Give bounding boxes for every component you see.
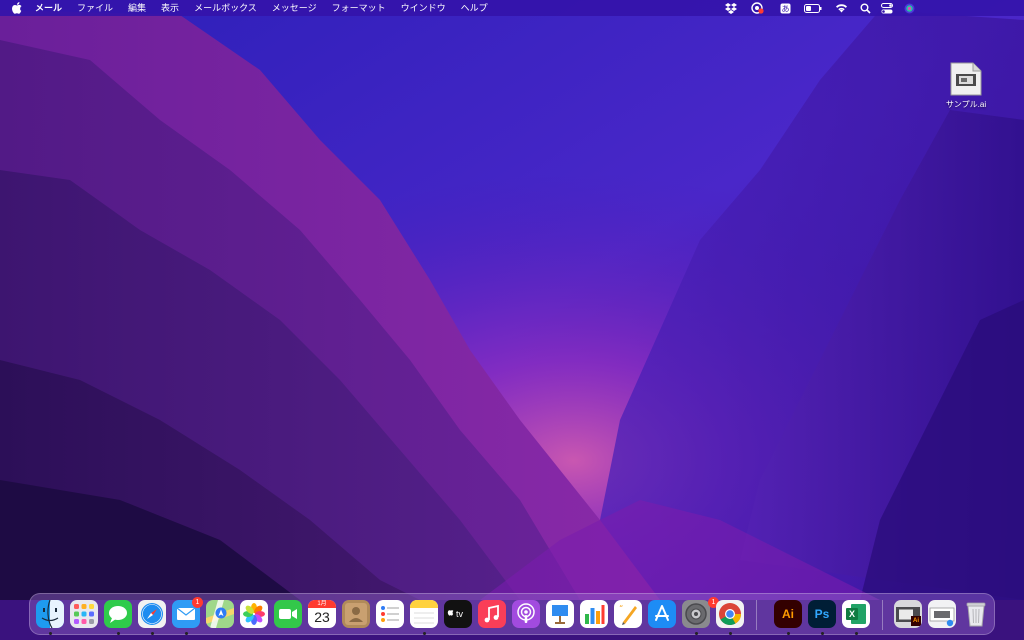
keynote-icon[interactable] [546,600,574,628]
app-store-icon[interactable] [648,600,676,628]
menu-app-name[interactable]: メール [35,0,62,16]
dock-separator [756,600,757,630]
dock-separator [882,600,883,630]
contacts-icon[interactable] [342,600,370,628]
siri-icon[interactable] [902,2,916,14]
illustrator-icon[interactable]: Ai [774,600,802,628]
facetime-icon[interactable] [274,600,302,628]
excel-icon[interactable]: X [842,600,870,628]
file-label: サンプル.ai [945,100,987,109]
desktop-wallpaper [0,0,1024,640]
running-indicator [729,632,732,635]
running-indicator [855,632,858,635]
svg-text:あ: あ [781,4,789,13]
messages-icon[interactable] [104,600,132,628]
calendar-day: 23 [314,609,330,625]
music-icon[interactable] [478,600,506,628]
running-indicator [695,632,698,635]
calendar-month: 1月 [317,601,327,607]
wallpaper-art [0,0,1024,640]
mail-badge: 1 [192,597,203,608]
running-indicator [423,632,426,635]
launchpad-icon[interactable] [70,600,98,628]
system-preferences-icon[interactable] [682,600,710,628]
menu-bar: メール ファイル 編集 表示 メールボックス メッセージ フォーマット ウインド… [0,0,1024,16]
running-indicator [49,632,52,635]
wifi-icon[interactable] [834,2,848,14]
photos-icon[interactable] [240,600,268,628]
spotlight-search-icon[interactable] [858,2,872,14]
screen-record-icon[interactable] [750,2,764,14]
menu-window[interactable]: ウインドウ [401,0,446,16]
dropbox-icon[interactable] [724,2,738,14]
menu-format[interactable]: フォーマット [332,0,386,16]
running-indicator [151,632,154,635]
apple-tv-label: tv [456,609,464,619]
pages-icon[interactable]: “ [614,600,642,628]
battery-icon[interactable] [804,2,822,14]
running-indicator [185,632,188,635]
apple-menu-icon[interactable] [12,2,25,15]
running-indicator [787,632,790,635]
apple-tv-icon[interactable]: tv [444,600,472,628]
menu-help[interactable]: ヘルプ [461,0,488,16]
safari-icon[interactable] [138,600,166,628]
desktop-file-sample-ai[interactable]: サンプル.ai [940,62,992,110]
illustrator-label: Ai [782,607,794,621]
numbers-icon[interactable] [580,600,608,628]
photoshop-label: Ps [814,607,830,621]
running-indicator [821,632,824,635]
recent-ai-label: Ai [913,618,919,624]
recent-document-icon[interactable] [928,600,956,628]
input-method-icon[interactable]: あ [778,2,792,14]
notes-icon[interactable] [410,600,438,628]
control-center-icon[interactable] [880,2,894,14]
podcasts-icon[interactable] [512,600,540,628]
photoshop-icon[interactable]: Ps [808,600,836,628]
running-indicator [117,632,120,635]
finder-icon[interactable] [36,600,64,628]
excel-label: X [848,609,855,619]
reminders-icon[interactable] [376,600,404,628]
maps-icon[interactable] [206,600,234,628]
menu-view[interactable]: 表示 [161,0,179,16]
chrome-icon[interactable] [716,600,744,628]
menu-message[interactable]: メッセージ [272,0,317,16]
calendar-icon[interactable]: 1月 23 [308,600,336,628]
menu-mailbox[interactable]: メールボックス [194,0,257,16]
menu-file[interactable]: ファイル [77,0,113,16]
recent-ai-document-icon[interactable]: Ai [894,600,922,628]
dock: 1 1月 23 tv “ 1 Ai Ps X Ai [29,593,995,635]
status-area: あ [720,0,930,16]
trash-icon[interactable] [962,600,990,628]
svg-text:“: “ [619,604,623,613]
menu-edit[interactable]: 編集 [128,0,146,16]
file-icon [950,62,982,96]
